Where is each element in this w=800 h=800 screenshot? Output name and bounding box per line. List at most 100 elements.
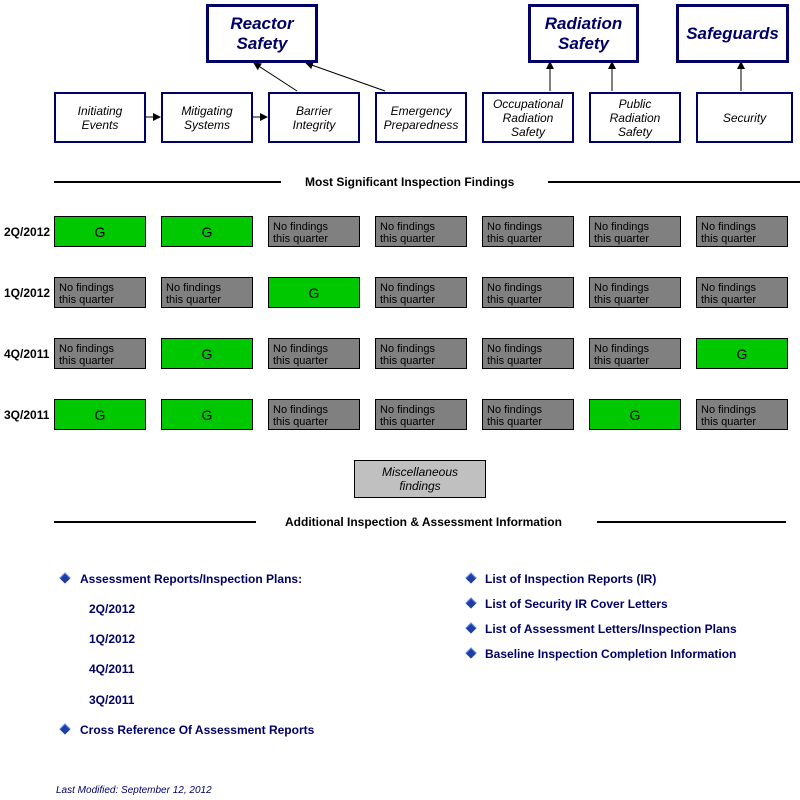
miscellaneous-findings-button[interactable]: Miscellaneous findings	[354, 460, 486, 498]
finding-cell-green[interactable]: G	[161, 338, 253, 369]
finding-cell-text: G	[308, 284, 320, 301]
finding-cell-text: G	[201, 223, 213, 240]
category-label: Radiation Safety	[544, 13, 623, 53]
category-label: Safeguards	[686, 23, 779, 43]
additional-section-title: Additional Inspection & Assessment Infor…	[285, 515, 562, 529]
finding-cell-none: No findings this quarter	[54, 277, 146, 308]
finding-cell-text: No findings this quarter	[380, 221, 436, 245]
finding-cell-green[interactable]: G	[161, 216, 253, 247]
finding-cell-none: No findings this quarter	[375, 277, 467, 308]
link-baseline-inspection[interactable]: Baseline Inspection Completion Informati…	[485, 647, 736, 661]
link-quarter-3q2011[interactable]: 3Q/2011	[89, 693, 134, 707]
finding-cell-none: No findings this quarter	[54, 338, 146, 369]
finding-cell-text: No findings this quarter	[487, 221, 543, 245]
quarter-label: 2Q/2012	[4, 225, 51, 239]
cornerstone-occupational-radiation-safety[interactable]: Occupational Radiation Safety	[482, 92, 574, 143]
finding-cell-text: No findings this quarter	[701, 282, 757, 306]
link-quarter-4q2011[interactable]: 4Q/2011	[89, 662, 134, 676]
finding-cell-none: No findings this quarter	[589, 277, 681, 308]
quarter-label: 1Q/2012	[4, 286, 51, 300]
finding-cell-text: No findings this quarter	[166, 282, 222, 306]
cornerstone-label: Security	[722, 110, 767, 125]
finding-cell-text: G	[94, 406, 106, 423]
cornerstone-label: Mitigating Systems	[181, 103, 233, 132]
finding-cell-none: No findings this quarter	[375, 338, 467, 369]
finding-cell-text: G	[201, 345, 213, 362]
finding-cell-none: No findings this quarter	[589, 338, 681, 369]
finding-cell-text: G	[94, 223, 106, 240]
link-assessment-letters[interactable]: List of Assessment Letters/Inspection Pl…	[485, 622, 737, 636]
misc-label: Miscellaneous findings	[381, 465, 459, 493]
category-label: Reactor Safety	[230, 13, 294, 53]
finding-cell-none: No findings this quarter	[696, 399, 788, 430]
cornerstone-label: Initiating Events	[77, 103, 123, 132]
finding-cell-text: No findings this quarter	[380, 282, 436, 306]
link-quarter-2q2012[interactable]: 2Q/2012	[89, 602, 135, 616]
finding-cell-green[interactable]: G	[268, 277, 360, 308]
diamond-bullet-icon	[465, 647, 477, 659]
finding-cell-none: No findings this quarter	[589, 216, 681, 247]
finding-cell-text: G	[201, 406, 213, 423]
finding-cell-text: No findings this quarter	[701, 404, 757, 428]
finding-cell-green[interactable]: G	[696, 338, 788, 369]
finding-cell-none: No findings this quarter	[482, 216, 574, 247]
finding-cell-text: No findings this quarter	[487, 404, 543, 428]
finding-cell-text: G	[736, 345, 748, 362]
finding-cell-none: No findings this quarter	[268, 338, 360, 369]
finding-cell-text: No findings this quarter	[701, 221, 757, 245]
cornerstone-emergency-preparedness[interactable]: Emergency Preparedness	[375, 92, 467, 143]
category-reactor-safety: Reactor Safety	[206, 4, 318, 63]
divider-left	[54, 181, 281, 183]
cornerstone-security[interactable]: Security	[696, 92, 793, 143]
link-security-ir-cover-letters[interactable]: List of Security IR Cover Letters	[485, 597, 668, 611]
finding-cell-none: No findings this quarter	[268, 216, 360, 247]
finding-cell-text: No findings this quarter	[273, 404, 329, 428]
cornerstone-label: Emergency Preparedness	[383, 103, 459, 132]
cornerstone-mitigating-systems[interactable]: Mitigating Systems	[161, 92, 253, 143]
cornerstone-initiating-events[interactable]: Initiating Events	[54, 92, 146, 143]
link-inspection-reports[interactable]: List of Inspection Reports (IR)	[485, 572, 656, 586]
finding-cell-text: No findings this quarter	[59, 343, 115, 367]
finding-cell-none: No findings this quarter	[482, 338, 574, 369]
finding-cell-none: No findings this quarter	[375, 216, 467, 247]
diamond-bullet-icon	[59, 723, 71, 735]
last-modified: Last Modified: September 12, 2012	[56, 785, 212, 796]
cornerstone-label: Public Radiation Safety	[609, 96, 661, 139]
quarter-label: 4Q/2011	[4, 347, 50, 361]
findings-section-title: Most Significant Inspection Findings	[305, 175, 515, 189]
cornerstone-public-radiation-safety[interactable]: Public Radiation Safety	[589, 92, 681, 143]
finding-cell-text: No findings this quarter	[380, 404, 436, 428]
cornerstone-label: Barrier Integrity	[292, 103, 336, 132]
diamond-bullet-icon	[465, 597, 477, 609]
finding-cell-green[interactable]: G	[54, 399, 146, 430]
category-radiation-safety: Radiation Safety	[528, 4, 639, 63]
cornerstone-label: Occupational Radiation Safety	[492, 96, 564, 139]
finding-cell-text: No findings this quarter	[594, 282, 650, 306]
finding-cell-text: No findings this quarter	[487, 343, 543, 367]
finding-cell-text: No findings this quarter	[59, 282, 115, 306]
cornerstone-barrier-integrity[interactable]: Barrier Integrity	[268, 92, 360, 143]
finding-cell-none: No findings this quarter	[482, 399, 574, 430]
finding-cell-none: No findings this quarter	[268, 399, 360, 430]
category-safeguards: Safeguards	[676, 4, 789, 63]
diamond-bullet-icon	[59, 572, 71, 584]
finding-cell-green[interactable]: G	[589, 399, 681, 430]
finding-cell-green[interactable]: G	[54, 216, 146, 247]
diamond-bullet-icon	[465, 572, 477, 584]
link-cross-reference[interactable]: Cross Reference Of Assessment Reports	[80, 723, 314, 737]
finding-cell-text: No findings this quarter	[273, 221, 329, 245]
divider-right	[597, 521, 786, 523]
finding-cell-none: No findings this quarter	[696, 216, 788, 247]
link-assessment-reports[interactable]: Assessment Reports/Inspection Plans:	[80, 572, 302, 586]
arrow-emergency-to-reactor	[305, 61, 386, 92]
finding-cell-text: No findings this quarter	[594, 343, 650, 367]
finding-cell-green[interactable]: G	[161, 399, 253, 430]
divider-right	[548, 181, 800, 183]
link-quarter-1q2012[interactable]: 1Q/2012	[89, 632, 135, 646]
divider-left	[54, 521, 256, 523]
finding-cell-none: No findings this quarter	[696, 277, 788, 308]
finding-cell-none: No findings this quarter	[161, 277, 253, 308]
finding-cell-text: No findings this quarter	[487, 282, 543, 306]
diamond-bullet-icon	[465, 622, 477, 634]
finding-cell-text: No findings this quarter	[273, 343, 329, 367]
